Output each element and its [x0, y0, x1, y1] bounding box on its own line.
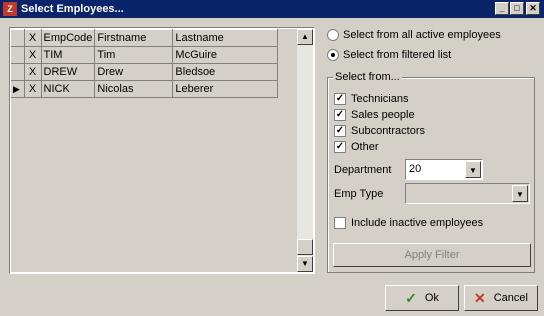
other-checkbox-box[interactable]: ✓ — [334, 141, 346, 153]
employee-table: X EmpCode Firstname Lastname X TIM Tim M… — [11, 29, 279, 98]
filter-group-label: Select from... — [333, 71, 402, 83]
cancel-label: Cancel — [493, 292, 528, 305]
subcontractors-label[interactable]: Subcontractors — [351, 124, 425, 138]
row-lastname[interactable]: Bledsoe — [172, 63, 279, 81]
row-marker — [11, 46, 25, 64]
emp-type-label: Emp Type — [334, 188, 384, 200]
row-firstname[interactable]: Tim — [94, 46, 174, 64]
row-x[interactable]: X — [24, 80, 42, 98]
grid-scrollbar[interactable]: ▲ ▼ — [297, 29, 313, 272]
row-x[interactable]: X — [24, 46, 42, 64]
include-inactive-label[interactable]: Include inactive employees — [351, 216, 483, 230]
row-empcode[interactable]: DREW — [41, 63, 96, 81]
row-empcode[interactable]: NICK — [41, 80, 96, 98]
title-bar: Z Select Employees... _ □ ✕ — [0, 0, 544, 18]
technicians-label[interactable]: Technicians — [351, 92, 408, 106]
technicians-checkbox-box[interactable]: ✓ — [334, 93, 346, 105]
row-x[interactable]: X — [24, 63, 42, 81]
apply-filter-button[interactable]: Apply Filter — [333, 243, 531, 267]
department-label: Department — [334, 164, 392, 176]
include-inactive-checkbox-box[interactable] — [334, 217, 346, 229]
cancel-x-icon: ✕ — [474, 290, 486, 307]
radio-filtered-label[interactable]: Select from filtered list — [343, 48, 451, 62]
row-lastname[interactable]: Leberer — [172, 80, 279, 98]
sales-people-checkbox-box[interactable]: ✓ — [334, 109, 346, 121]
cancel-button[interactable]: ✕ Cancel — [464, 285, 538, 311]
radio-all-active-label[interactable]: Select from all active employees — [343, 28, 501, 42]
table-row[interactable]: X TIM Tim McGuire — [11, 46, 279, 64]
employee-grid[interactable]: X EmpCode Firstname Lastname X TIM Tim M… — [9, 27, 315, 274]
apply-filter-label: Apply Filter — [404, 249, 460, 261]
row-lastname[interactable]: McGuire — [172, 46, 279, 64]
other-label[interactable]: Other — [351, 140, 379, 154]
table-row[interactable]: ▶ X NICK Nicolas Leberer — [11, 80, 279, 98]
maximize-button[interactable]: □ — [510, 2, 524, 15]
department-value: 20 — [409, 163, 422, 175]
row-marker — [11, 63, 25, 81]
grid-area: X EmpCode Firstname Lastname X TIM Tim M… — [11, 29, 298, 272]
row-empcode[interactable]: TIM — [41, 46, 96, 64]
emp-type-dropdown-arrow[interactable]: ▼ — [512, 185, 528, 202]
subcontractors-checkbox-box[interactable]: ✓ — [334, 125, 346, 137]
header-x[interactable]: X — [24, 29, 42, 47]
ok-label: Ok — [424, 292, 439, 305]
department-dropdown[interactable]: 20 ▼ — [405, 159, 483, 180]
table-row[interactable]: X DREW Drew Bledsoe — [11, 63, 279, 81]
row-firstname[interactable]: Nicolas — [94, 80, 174, 98]
radio-all-active-indicator[interactable] — [327, 29, 339, 41]
ok-check-icon: ✓ — [405, 290, 417, 307]
header-firstname[interactable]: Firstname — [94, 29, 174, 47]
header-empcode[interactable]: EmpCode — [41, 29, 96, 47]
grid-header-row: X EmpCode Firstname Lastname — [11, 29, 279, 47]
app-icon: Z — [3, 2, 17, 16]
emp-type-dropdown[interactable]: ▼ — [405, 183, 530, 204]
ok-button[interactable]: ✓ Ok — [385, 285, 459, 311]
department-dropdown-arrow[interactable]: ▼ — [465, 161, 481, 178]
header-lastname[interactable]: Lastname — [172, 29, 279, 47]
row-firstname[interactable]: Drew — [94, 63, 174, 81]
sales-people-label[interactable]: Sales people — [351, 108, 415, 122]
close-button[interactable]: ✕ — [526, 2, 540, 15]
scroll-down-button[interactable]: ▼ — [297, 256, 313, 272]
minimize-button[interactable]: _ — [495, 2, 509, 15]
header-marker — [11, 29, 25, 47]
window-title: Select Employees... — [21, 3, 124, 15]
scroll-up-button[interactable]: ▲ — [297, 29, 313, 45]
row-marker-current: ▶ — [11, 80, 25, 98]
radio-filtered-indicator[interactable] — [327, 49, 339, 61]
scroll-thumb[interactable] — [297, 239, 313, 255]
